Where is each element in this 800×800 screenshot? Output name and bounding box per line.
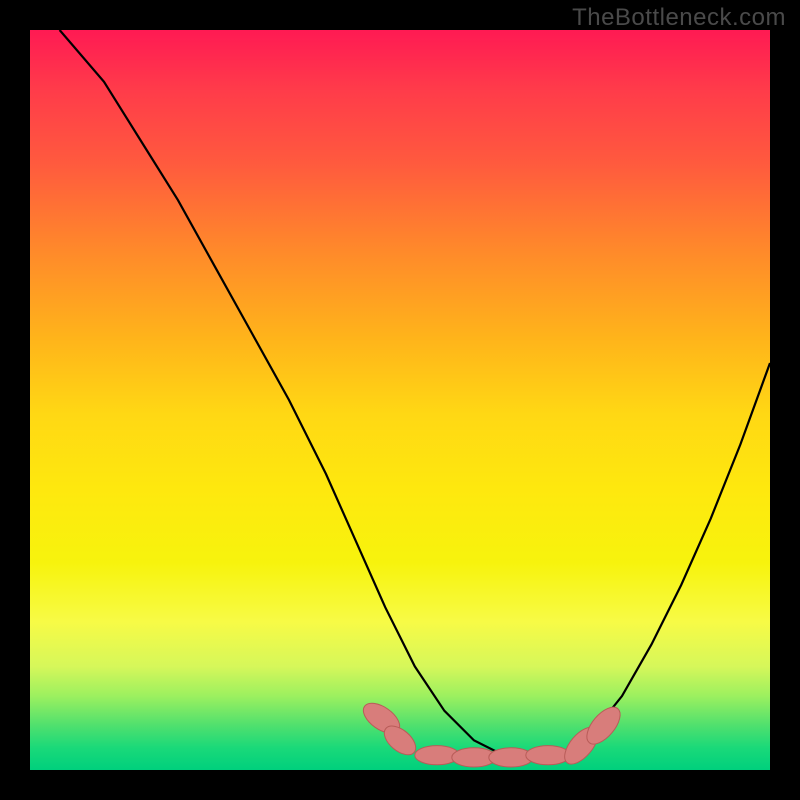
marker-layer xyxy=(30,30,770,770)
watermark-text: TheBottleneck.com xyxy=(572,4,786,32)
chart-frame: TheBottleneck.com xyxy=(0,0,800,800)
plot-area xyxy=(30,30,770,770)
data-marker xyxy=(526,746,570,765)
